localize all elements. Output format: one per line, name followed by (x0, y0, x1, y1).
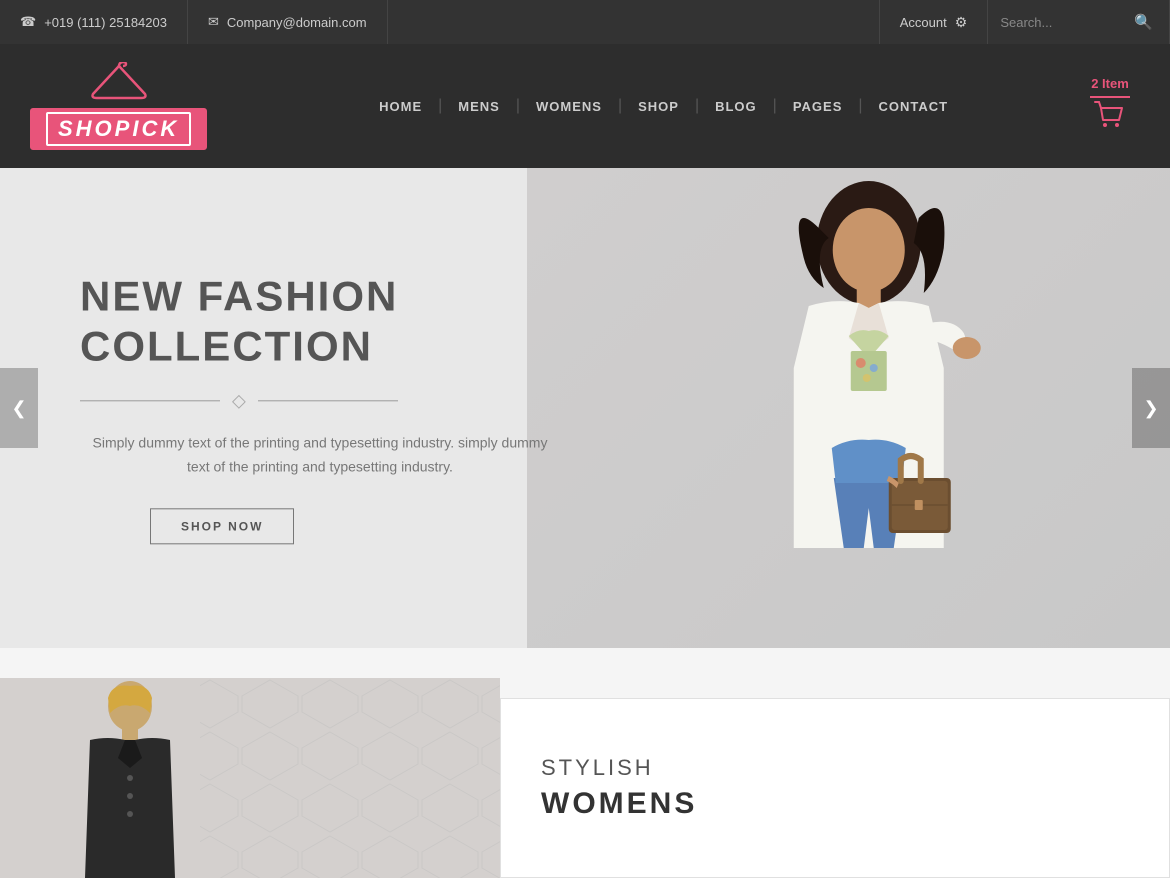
header: SHOPICK HOME | MENS | WOMENS | SHOP | BL… (0, 44, 1170, 168)
logo-box-inner: SHOPICK (46, 112, 191, 146)
cart-area[interactable]: 2 Item (1080, 76, 1140, 137)
shop-now-button[interactable]: SHOP NOW (150, 509, 294, 545)
email-address: Company@domain.com (227, 15, 367, 30)
nav-shop[interactable]: SHOP (622, 99, 695, 114)
cart-count: 2 Item (1091, 76, 1129, 91)
nav-pages[interactable]: PAGES (777, 99, 859, 114)
hero-title: NEW FASHION COLLECTION (80, 271, 560, 372)
account-area[interactable]: Account ⚙ (879, 0, 988, 44)
section-subtitle: STYLISH (541, 755, 1129, 781)
hero-slider: NEW FASHION COLLECTION ◇ Simply dummy te… (0, 168, 1170, 648)
hero-content: NEW FASHION COLLECTION ◇ Simply dummy te… (80, 271, 560, 544)
arrow-right-icon: ❯ (1143, 398, 1158, 419)
section-title: WOMENS (541, 787, 1129, 821)
logo-box: SHOPICK (30, 108, 207, 150)
account-label: Account (900, 15, 947, 30)
section-image-left (0, 678, 500, 878)
top-bar-left: ☎ +019 (111) 25184203 ✉ Company@domain.c… (0, 0, 388, 44)
email-icon: ✉ (208, 14, 219, 30)
search-button[interactable]: 🔍 (1130, 13, 1157, 31)
top-bar-right: Account ⚙ 🔍 (879, 0, 1170, 44)
email-contact: ✉ Company@domain.com (188, 0, 388, 44)
top-bar: ☎ +019 (111) 25184203 ✉ Company@domain.c… (0, 0, 1170, 44)
phone-contact: ☎ +019 (111) 25184203 (0, 0, 188, 44)
cart-button[interactable] (1093, 98, 1127, 137)
section-content-right: STYLISH WOMENS (500, 698, 1170, 878)
slider-next-button[interactable]: ❯ (1132, 368, 1170, 448)
search-input[interactable] (1000, 15, 1130, 30)
diamond-icon: ◇ (232, 390, 246, 411)
logo-text: SHOPICK (58, 116, 179, 141)
main-nav: HOME | MENS | WOMENS | SHOP | BLOG | PAG… (247, 97, 1080, 115)
arrow-left-icon: ❮ (11, 398, 26, 419)
phone-icon: ☎ (20, 14, 36, 30)
hanger-icon (89, 62, 149, 106)
nav-blog[interactable]: BLOG (699, 99, 773, 114)
hero-woman-illustration (527, 168, 1170, 648)
logo-area[interactable]: SHOPICK (30, 62, 207, 150)
hero-background (527, 168, 1170, 648)
section-woman-illustration (0, 678, 500, 878)
divider-line-left (80, 400, 220, 401)
section-below: STYLISH WOMENS (0, 648, 1170, 878)
search-area: 🔍 (987, 0, 1169, 44)
slider-prev-button[interactable]: ❮ (0, 368, 38, 448)
nav-contact[interactable]: CONTACT (863, 99, 965, 114)
gear-icon: ⚙ (955, 14, 968, 31)
hero-divider: ◇ (80, 390, 560, 411)
nav-womens[interactable]: WOMENS (520, 99, 618, 114)
hero-description: Simply dummy text of the printing and ty… (80, 431, 560, 479)
nav-home[interactable]: HOME (363, 99, 438, 114)
nav-mens[interactable]: MENS (442, 99, 516, 114)
divider-line-right (258, 400, 398, 401)
phone-number: +019 (111) 25184203 (44, 15, 167, 30)
